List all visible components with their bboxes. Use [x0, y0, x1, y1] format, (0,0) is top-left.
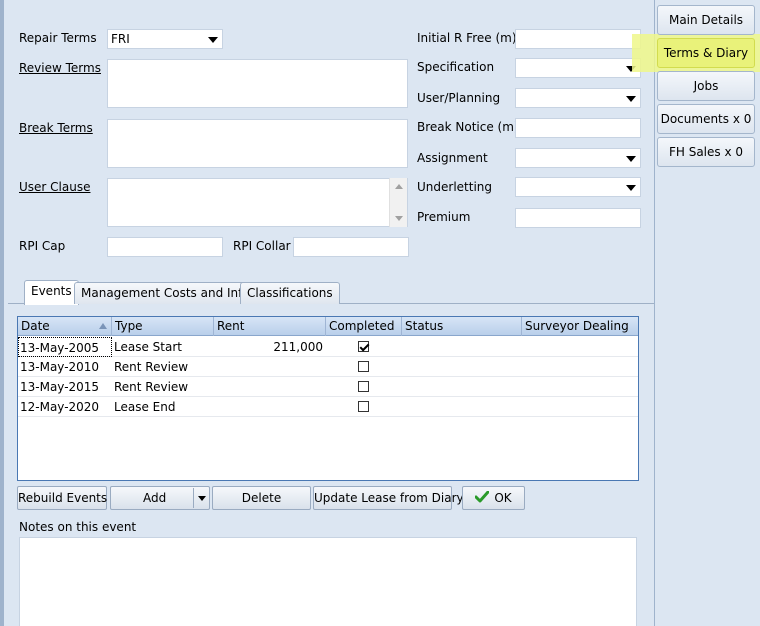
- cell-date: 13-May-2005: [18, 337, 112, 357]
- chevron-down-icon: [208, 37, 218, 43]
- break-terms-link[interactable]: Break Terms: [19, 121, 93, 135]
- completed-checkbox[interactable]: [358, 381, 369, 392]
- side-tab-documents[interactable]: Documents x 0: [657, 104, 755, 134]
- table-row[interactable]: 12-May-2020 Lease End: [18, 397, 638, 417]
- underletting-label: Underletting: [417, 180, 493, 194]
- user-clause-link[interactable]: User Clause: [19, 180, 90, 194]
- ok-button-label: OK: [494, 491, 512, 505]
- user-planning-select[interactable]: [515, 88, 641, 108]
- column-header-completed[interactable]: Completed: [326, 317, 402, 336]
- table-row[interactable]: 13-May-2010 Rent Review: [18, 357, 638, 377]
- cell-type: Lease Start: [114, 340, 182, 354]
- column-header-date-label: Date: [21, 319, 50, 333]
- column-header-date[interactable]: Date: [18, 317, 112, 336]
- completed-checkbox[interactable]: [358, 361, 369, 372]
- completed-checkbox[interactable]: [358, 341, 369, 352]
- column-header-rent[interactable]: Rent: [214, 317, 326, 336]
- table-row[interactable]: 13-May-2005 Lease Start 211,000: [18, 337, 638, 357]
- side-tab-main-details[interactable]: Main Details: [657, 5, 755, 35]
- review-terms-link[interactable]: Review Terms: [19, 61, 101, 75]
- cell-date: 13-May-2015: [20, 380, 100, 394]
- side-tab-jobs[interactable]: Jobs: [657, 71, 755, 101]
- left-border: [0, 0, 4, 626]
- update-lease-button[interactable]: Update Lease from Diary: [313, 486, 464, 510]
- review-terms-memo[interactable]: [107, 59, 408, 108]
- table-row[interactable]: 13-May-2015 Rent Review: [18, 377, 638, 397]
- grid-header: Date Type Rent Completed Status Surveyor…: [18, 317, 638, 336]
- cell-rent: 211,000: [273, 340, 323, 354]
- scroll-up-icon[interactable]: [395, 184, 403, 189]
- column-header-surveyor[interactable]: Surveyor Dealing: [522, 317, 638, 336]
- column-header-type[interactable]: Type: [112, 317, 214, 336]
- user-clause-scrollbar[interactable]: [389, 178, 407, 227]
- delete-button[interactable]: Delete: [212, 486, 311, 510]
- break-notice-label: Break Notice (m): [417, 120, 519, 134]
- notes-label: Notes on this event: [19, 520, 137, 534]
- specification-select[interactable]: [515, 58, 641, 78]
- completed-checkbox[interactable]: [358, 401, 369, 412]
- chevron-down-icon: [626, 185, 636, 191]
- premium-input[interactable]: [515, 208, 641, 228]
- premium-label: Premium: [417, 210, 471, 224]
- split-divider: [193, 488, 194, 508]
- initial-r-free-label: Initial R Free (m): [417, 31, 517, 45]
- repair-terms-value: FRI: [111, 32, 130, 46]
- notes-textarea[interactable]: [19, 537, 637, 626]
- cell-type: Rent Review: [114, 360, 189, 374]
- repair-terms-label: Repair Terms: [19, 31, 97, 45]
- add-dropdown-chevron-icon[interactable]: [198, 496, 206, 501]
- rpi-cap-input[interactable]: [107, 237, 223, 257]
- chevron-down-icon: [626, 156, 636, 162]
- repair-terms-select[interactable]: FRI: [107, 29, 223, 49]
- side-tab-fh-sales[interactable]: FH Sales x 0: [657, 137, 755, 167]
- add-button[interactable]: Add: [110, 486, 210, 510]
- add-button-label: Add: [143, 491, 167, 505]
- break-terms-memo[interactable]: [107, 119, 408, 168]
- initial-r-free-input[interactable]: [515, 29, 641, 49]
- assignment-label: Assignment: [417, 151, 488, 165]
- events-grid[interactable]: Date Type Rent Completed Status Surveyor…: [17, 316, 639, 481]
- cell-date: 13-May-2010: [20, 360, 100, 374]
- tab-events[interactable]: Events: [24, 280, 79, 305]
- chevron-down-icon: [626, 96, 636, 102]
- cell-date: 12-May-2020: [20, 400, 100, 414]
- user-planning-label: User/Planning: [417, 91, 501, 105]
- tab-classifications[interactable]: Classifications: [240, 282, 340, 304]
- rpi-collar-label: RPI Collar: [233, 239, 291, 253]
- cell-type: Lease End: [114, 400, 176, 414]
- assignment-select[interactable]: [515, 148, 641, 168]
- column-header-status[interactable]: Status: [402, 317, 522, 336]
- ok-button[interactable]: OK: [462, 486, 525, 510]
- sort-ascending-icon: [99, 323, 107, 329]
- rebuild-events-button[interactable]: Rebuild Events: [17, 486, 107, 510]
- tab-management-costs[interactable]: Management Costs and Info: [74, 282, 257, 304]
- user-clause-memo[interactable]: [107, 178, 408, 227]
- side-tab-terms-diary[interactable]: Terms & Diary: [657, 38, 755, 68]
- scroll-down-icon[interactable]: [395, 216, 403, 221]
- checkmark-icon: [474, 490, 490, 503]
- cell-type: Rent Review: [114, 380, 189, 394]
- rpi-collar-input[interactable]: [293, 237, 409, 257]
- break-notice-input[interactable]: [515, 118, 641, 138]
- underletting-select[interactable]: [515, 177, 641, 197]
- specification-label: Specification: [417, 60, 495, 74]
- rpi-cap-label: RPI Cap: [19, 239, 66, 253]
